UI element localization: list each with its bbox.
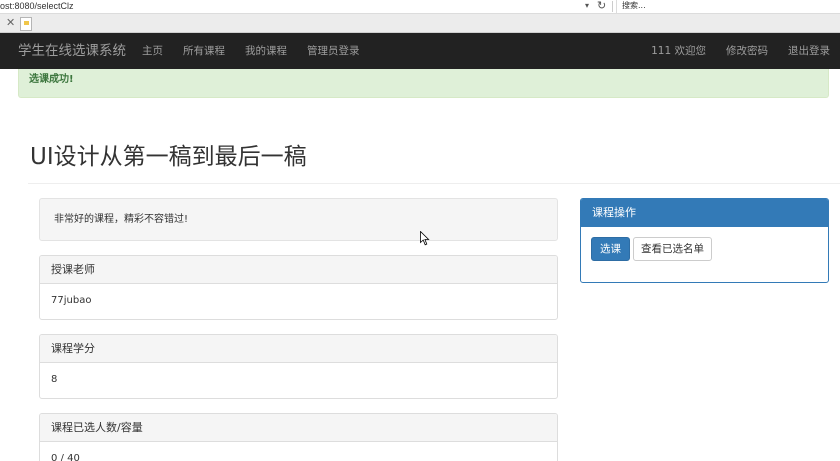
credit-panel: 课程学分 8 (39, 334, 558, 399)
close-tab-icon[interactable]: ✕ (6, 16, 15, 30)
teacher-panel: 授课老师 77jubao (39, 255, 558, 320)
enrollment-value: 0 / 40 (51, 453, 80, 461)
title-divider (28, 183, 840, 184)
page-tab-icon[interactable] (20, 17, 32, 31)
mouse-cursor-icon (420, 231, 430, 246)
credit-heading: 课程学分 (40, 335, 557, 363)
url-separator (612, 1, 613, 12)
operations-heading: 课程操作 (581, 199, 828, 227)
course-description: 非常好的课程，精彩不容错过! (39, 198, 558, 241)
top-navbar: 学生在线选课系统 主页 所有课程 我的课程 管理员登录 111 欢迎您 修改密码… (0, 33, 840, 69)
teacher-value: 77jubao (51, 295, 92, 306)
refresh-icon[interactable]: ↻ (597, 0, 606, 12)
nav-admin-login[interactable]: 管理员登录 (307, 33, 360, 69)
credit-value: 8 (51, 374, 58, 385)
url-dropdown-icon[interactable]: ▾ (585, 0, 589, 12)
select-course-button[interactable]: 选课 (591, 237, 630, 261)
view-selected-list-button[interactable]: 查看已选名单 (633, 237, 712, 261)
brand-link[interactable]: 学生在线选课系统 (18, 33, 126, 69)
nav-all-courses[interactable]: 所有课程 (183, 33, 225, 69)
search-placeholder: 搜索... (622, 1, 646, 10)
course-title: UI设计从第一稿到最后一稿 (30, 144, 307, 170)
enrollment-heading: 课程已选人数/容量 (40, 414, 557, 442)
course-operations-panel: 课程操作 选课 查看已选名单 (580, 198, 829, 283)
url-text[interactable]: ost:8080/selectClz (0, 0, 74, 12)
browser-tab-bar: ✕ (0, 14, 840, 33)
nav-links: 主页 所有课程 我的课程 管理员登录 (142, 33, 360, 69)
nav-logout[interactable]: 退出登录 (788, 33, 830, 69)
nav-my-courses[interactable]: 我的课程 (245, 33, 287, 69)
teacher-heading: 授课老师 (40, 256, 557, 284)
browser-search-input[interactable]: 搜索... (616, 0, 840, 13)
operations-body: 选课 查看已选名单 (581, 227, 828, 282)
nav-home[interactable]: 主页 (142, 33, 163, 69)
nav-change-password[interactable]: 修改密码 (726, 33, 768, 69)
nav-welcome-user[interactable]: 111 欢迎您 (651, 33, 706, 69)
browser-url-bar[interactable]: ost:8080/selectClz ▾ ↻ 搜索... (0, 0, 840, 14)
nav-right: 111 欢迎您 修改密码 退出登录 (651, 33, 830, 69)
enrollment-panel: 课程已选人数/容量 0 / 40 (39, 413, 558, 461)
success-alert: 选课成功! (18, 69, 829, 98)
